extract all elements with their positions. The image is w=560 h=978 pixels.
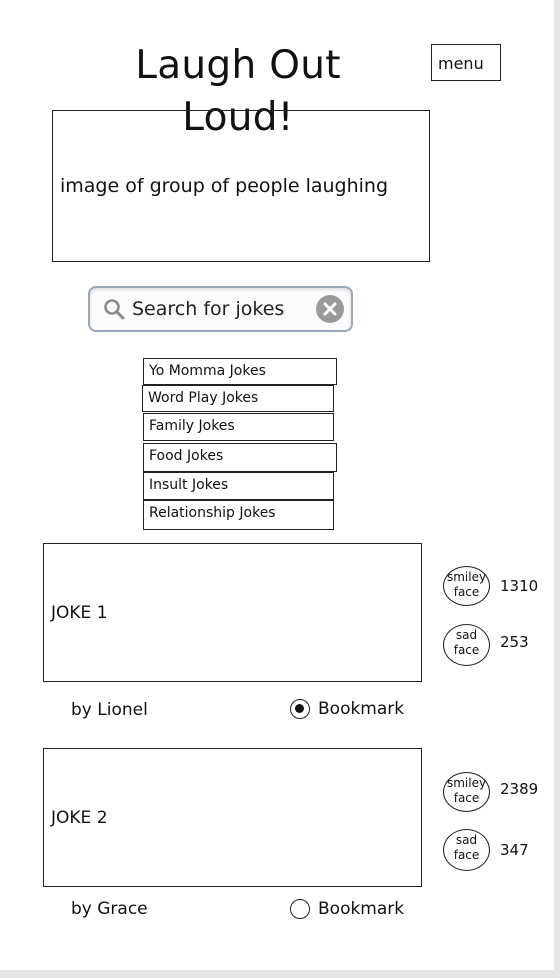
- bookmark-label: Bookmark: [318, 899, 405, 919]
- smiley-count: 2389: [500, 780, 539, 798]
- smiley-count: 1310: [500, 577, 539, 595]
- smiley-face-button[interactable]: smiley face: [443, 772, 490, 812]
- search-icon: [104, 299, 125, 320]
- category-family-jokes[interactable]: Family Jokes: [143, 413, 334, 441]
- sad-count: 253: [500, 633, 529, 651]
- joke-author: by Lionel: [71, 700, 148, 720]
- bookmark-radio-selected-dot: [295, 704, 304, 713]
- window-frame-right: [554, 0, 560, 978]
- sad-face-button[interactable]: sad face: [443, 624, 490, 666]
- search-box[interactable]: [88, 286, 353, 332]
- bookmark-toggle[interactable]: Bookmark: [290, 699, 404, 719]
- hero-image-placeholder: image of group of people laughing: [52, 110, 430, 262]
- clear-search-icon[interactable]: [316, 295, 344, 323]
- bookmark-radio[interactable]: [290, 699, 310, 719]
- bookmark-toggle[interactable]: Bookmark: [290, 899, 404, 919]
- bookmark-label: Bookmark: [318, 699, 405, 719]
- category-insult-jokes[interactable]: Insult Jokes: [143, 472, 334, 500]
- search-input[interactable]: [132, 294, 312, 324]
- category-relationship-jokes[interactable]: Relationship Jokes: [143, 500, 334, 530]
- joke-author: by Grace: [71, 899, 148, 919]
- category-word-play-jokes[interactable]: Word Play Jokes: [142, 385, 334, 412]
- category-food-jokes[interactable]: Food Jokes: [143, 443, 337, 472]
- joke-title: JOKE 2: [51, 807, 108, 828]
- sad-count: 347: [500, 841, 529, 859]
- joke-title: JOKE 1: [51, 602, 108, 623]
- category-yo-momma-jokes[interactable]: Yo Momma Jokes: [143, 358, 337, 385]
- hero-image-text: image of group of people laughing: [60, 175, 389, 197]
- sad-face-button[interactable]: sad face: [443, 829, 490, 871]
- joke-card-2[interactable]: JOKE 2: [43, 748, 422, 887]
- smiley-face-button[interactable]: smiley face: [443, 566, 490, 606]
- joke-card-1[interactable]: JOKE 1: [43, 543, 422, 682]
- window-frame-bottom: [0, 970, 560, 978]
- bookmark-radio[interactable]: [290, 899, 310, 919]
- menu-button[interactable]: menu: [431, 44, 501, 81]
